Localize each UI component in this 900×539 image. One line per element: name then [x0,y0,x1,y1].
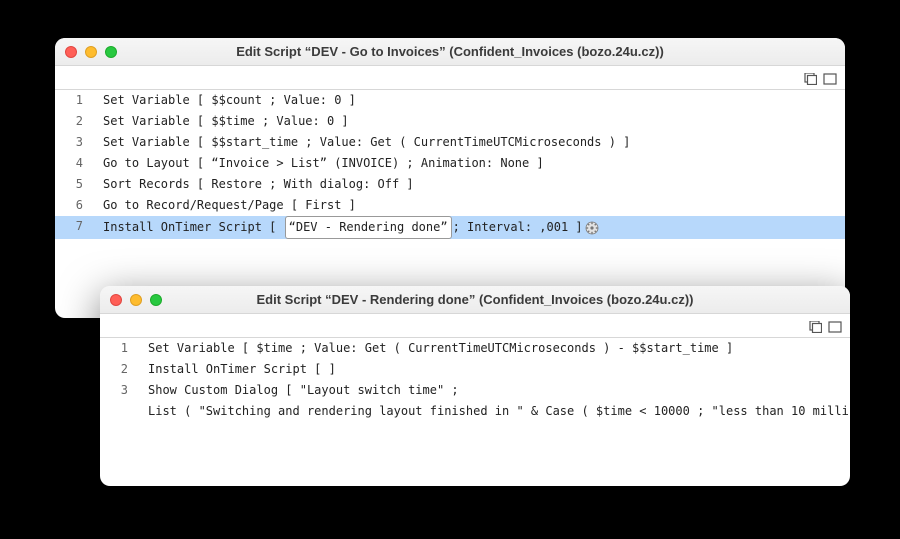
minimize-icon[interactable] [130,294,142,306]
line-number: 5 [55,174,93,195]
line-number: 1 [55,90,93,111]
toolbar [55,66,845,90]
maximize-icon[interactable] [150,294,162,306]
maximize-icon[interactable] [105,46,117,58]
script-steps-list[interactable]: 1 Set Variable [ $time ; Value: Get ( Cu… [100,338,850,422]
script-step-row-selected[interactable]: 7 Install OnTimer Script [ “DEV - Render… [55,216,845,239]
script-step-text: Go to Layout [ “Invoice > List” (INVOICE… [93,153,544,174]
new-window-icon[interactable] [823,72,837,84]
line-number: 3 [100,380,138,401]
line-number: 3 [55,132,93,153]
script-steps-list[interactable]: 1 Set Variable [ $$count ; Value: 0 ] 2 … [55,90,845,239]
traffic-lights [65,46,117,58]
close-icon[interactable] [65,46,77,58]
titlebar[interactable]: Edit Script “DEV - Go to Invoices” (Conf… [55,38,845,66]
script-step-text: Set Variable [ $$start_time ; Value: Get… [93,132,630,153]
step-prefix: Install OnTimer Script [ [103,217,284,238]
close-icon[interactable] [110,294,122,306]
script-step-row[interactable]: 6 Go to Record/Request/Page [ First ] [55,195,845,216]
script-step-row[interactable]: 3 Set Variable [ $$start_time ; Value: G… [55,132,845,153]
line-number: 7 [55,216,93,239]
script-step-text: Set Variable [ $$count ; Value: 0 ] [93,90,356,111]
script-reference-box[interactable]: “DEV - Rendering done” [285,216,452,239]
traffic-lights [110,294,162,306]
script-step-text: Install OnTimer Script [ ] [138,359,336,380]
script-step-row[interactable]: 1 Set Variable [ $$count ; Value: 0 ] [55,90,845,111]
script-editor-window-a: Edit Script “DEV - Go to Invoices” (Conf… [55,38,845,318]
copy-icon[interactable] [803,72,817,84]
new-window-icon[interactable] [828,320,842,332]
titlebar[interactable]: Edit Script “DEV - Rendering done” (Conf… [100,286,850,314]
script-step-text: Go to Record/Request/Page [ First ] [93,195,356,216]
script-step-text: Sort Records [ Restore ; With dialog: Of… [93,174,414,195]
script-step-text: Install OnTimer Script [ “DEV - Renderin… [93,216,599,239]
script-step-text: List ( "Switching and rendering layout f… [138,401,850,422]
line-number: 1 [100,338,138,359]
script-step-text: Set Variable [ $$time ; Value: 0 ] [93,111,349,132]
script-step-row[interactable]: 2 Set Variable [ $$time ; Value: 0 ] [55,111,845,132]
line-number: 2 [100,359,138,380]
gear-icon[interactable] [585,221,599,235]
script-step-text: Set Variable [ $time ; Value: Get ( Curr… [138,338,733,359]
window-title: Edit Script “DEV - Go to Invoices” (Conf… [55,44,845,59]
line-number [100,401,138,422]
step-suffix: ; Interval: ,001 ] [453,217,583,238]
script-step-row[interactable]: 1 Set Variable [ $time ; Value: Get ( Cu… [100,338,850,359]
minimize-icon[interactable] [85,46,97,58]
line-number: 4 [55,153,93,174]
script-step-row[interactable]: 2 Install OnTimer Script [ ] [100,359,850,380]
toolbar [100,314,850,338]
line-number: 2 [55,111,93,132]
script-editor-window-b: Edit Script “DEV - Rendering done” (Conf… [100,286,850,486]
script-step-row[interactable]: 3 Show Custom Dialog [ "Layout switch ti… [100,380,850,401]
script-step-row[interactable]: 4 Go to Layout [ “Invoice > List” (INVOI… [55,153,845,174]
line-number: 6 [55,195,93,216]
copy-icon[interactable] [808,320,822,332]
script-step-row[interactable]: List ( "Switching and rendering layout f… [100,401,850,422]
script-step-row[interactable]: 5 Sort Records [ Restore ; With dialog: … [55,174,845,195]
window-title: Edit Script “DEV - Rendering done” (Conf… [100,292,850,307]
script-step-text: Show Custom Dialog [ "Layout switch time… [138,380,459,401]
